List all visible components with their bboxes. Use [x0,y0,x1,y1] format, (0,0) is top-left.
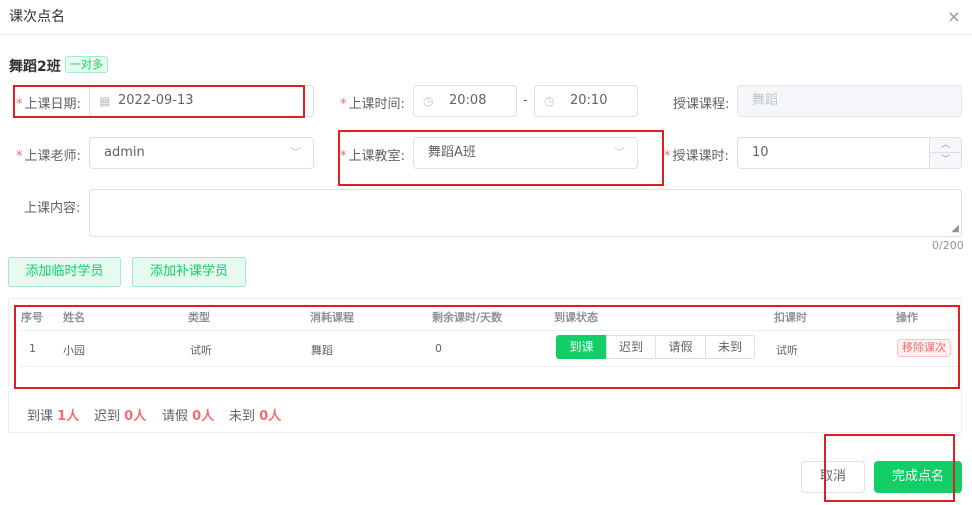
calendar-icon: ▦ [99,94,111,108]
col-header: 消耗课程 [310,311,354,324]
content-counter: 0/200 [932,239,964,252]
time-separator: - [523,93,528,108]
date-label: * 上课日期: [16,97,81,112]
hours-label: * 授课课时: [664,149,729,164]
classroom-label: * 上课教室: [340,149,405,164]
stat-late: 迟到 0人 [94,409,147,424]
course-input: 舞蹈 [737,85,962,117]
finish-roll-call-button[interactable]: 完成点名 [874,461,962,493]
course-label: 授课课程: [673,97,730,112]
add-makeup-student-button[interactable]: 添加补课学员 [132,257,246,287]
cell-index: 1 [29,342,36,355]
class-type-tag: 一对多 [65,56,108,73]
time-start-picker[interactable]: ◷ 20:08 [413,85,517,117]
stat-leave: 请假 0人 [162,409,215,424]
col-header: 类型 [188,311,210,324]
col-header: 到课状态 [554,311,598,324]
remove-lesson-button[interactable]: 移除课次 [897,339,951,357]
col-header: 序号 [21,311,43,324]
student-table: 序号 姓名 类型 消耗课程 剩余课时/天数 到课状态 扣课时 操作 1 小园 试… [8,298,962,433]
hours-stepper[interactable]: 10 ︿ ﹀ [737,137,962,169]
add-temp-student-button[interactable]: 添加临时学员 [8,257,121,287]
chevron-down-icon[interactable]: ﹀ [930,153,961,168]
dialog-title: 课次点名 [9,9,65,25]
classroom-select[interactable]: 舞蹈A班 ﹀ [413,137,638,169]
date-value: 2022-09-13 [118,93,194,108]
class-name: 舞蹈2班 [9,59,61,75]
teacher-label: * 上课老师: [16,149,81,164]
col-header: 剩余课时/天数 [432,311,503,324]
teacher-select[interactable]: admin ﹀ [89,137,314,169]
time-start-value: 20:08 [449,93,487,108]
status-late-button[interactable]: 迟到 [606,335,656,359]
time-label: * 上课时间: [340,97,405,112]
course-value: 舞蹈 [752,93,779,108]
time-end-picker[interactable]: ◷ 20:10 [534,85,638,117]
date-picker[interactable]: ▦ 2022-09-13 [89,85,314,117]
stat-absent: 未到 0人 [229,409,282,424]
cell-course: 舞蹈 [311,344,333,357]
content-textarea[interactable]: ◢ [89,189,962,237]
col-header: 扣课时 [774,311,807,324]
content-label: 上课内容: [24,201,81,216]
row-divider [19,366,959,367]
close-icon[interactable]: × [947,9,961,25]
cell-remaining: 0 [435,342,442,355]
clock-icon: ◷ [544,94,555,108]
cell-deduct: 试听 [776,344,798,357]
chevron-down-icon: ﹀ [290,146,301,159]
header-divider [19,330,959,331]
clock-icon: ◷ [423,94,434,108]
col-header: 操作 [896,311,918,324]
cell-name: 小园 [63,344,85,357]
classroom-value: 舞蹈A班 [428,145,476,160]
title-divider [0,34,972,35]
time-end-value: 20:10 [570,93,608,108]
hours-value: 10 [752,145,769,160]
cancel-button[interactable]: 取消 [801,461,865,493]
status-present-button[interactable]: 到课 [556,335,607,359]
col-header: 姓名 [63,311,85,324]
cell-type: 试听 [190,344,212,357]
chevron-up-icon[interactable]: ︿ [930,138,961,153]
chevron-down-icon: ﹀ [614,146,625,159]
teacher-value: admin [104,145,145,160]
status-leave-button[interactable]: 请假 [655,335,706,359]
stat-present: 到课 1人 [27,409,80,424]
status-absent-button[interactable]: 未到 [705,335,755,359]
